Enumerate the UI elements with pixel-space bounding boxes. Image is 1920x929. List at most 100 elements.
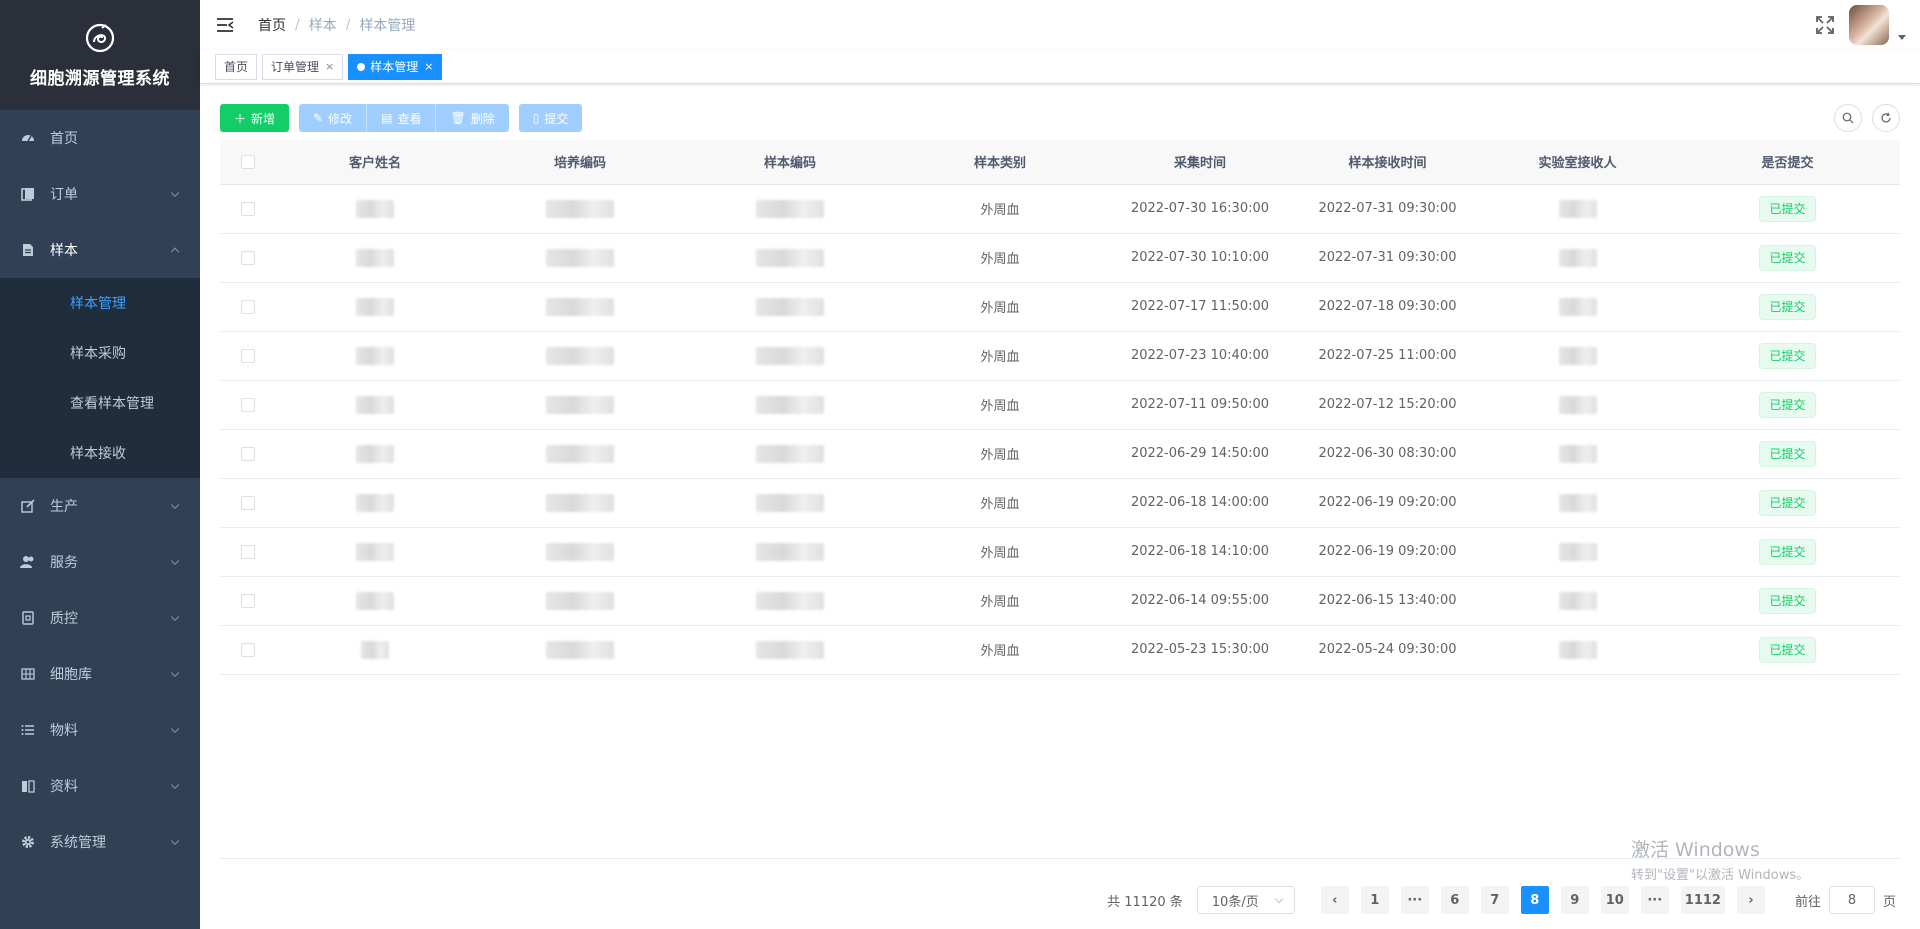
jump-suffix: 页 <box>1882 894 1896 910</box>
row-checkbox[interactable] <box>240 446 255 461</box>
customer-name-cell <box>275 233 475 283</box>
redacted-culture-code <box>546 542 614 561</box>
row-checkbox[interactable] <box>240 299 255 314</box>
sidebar-subitem-sample-receive[interactable]: 样本接收 <box>0 428 200 478</box>
submit-button[interactable]: ▯ 提交 <box>518 104 583 132</box>
jump-prefix: 前往 <box>1794 894 1821 910</box>
search-toggle-button[interactable] <box>1834 104 1862 132</box>
sidebar-item-sample[interactable]: 样本 <box>0 222 200 278</box>
sidebar-item-system-management[interactable]: 系统管理 <box>0 814 200 870</box>
edit-button[interactable]: ✎ 修改 <box>299 104 368 132</box>
row-checkbox[interactable] <box>240 495 255 510</box>
page-number[interactable]: 1112 <box>1680 886 1725 914</box>
delete-button[interactable]: 🗑 删除 <box>436 104 509 132</box>
row-checkbox[interactable] <box>240 397 255 412</box>
lab-receiver-cell <box>1480 233 1675 283</box>
view-button[interactable]: ▤ 查看 <box>367 104 437 132</box>
close-icon[interactable]: × <box>424 55 433 79</box>
receive-time-cell: 2022-07-12 15:20:00 <box>1295 380 1480 430</box>
table-row[interactable]: 外周血 2022-07-23 10:40:00 2022-07-25 11:00:0… <box>220 331 1900 381</box>
culture-code-cell <box>475 527 685 577</box>
sidebar-item-materials[interactable]: 物料 <box>0 702 200 758</box>
sidebar-item-cell-bank[interactable]: 细胞库 <box>0 646 200 702</box>
row-checkbox[interactable] <box>240 593 255 608</box>
row-checkbox[interactable] <box>240 250 255 265</box>
column-header: 客户姓名 <box>275 140 475 185</box>
page-ellipsis[interactable]: ··· <box>1640 886 1669 914</box>
redacted-culture-code <box>546 444 614 463</box>
lab-receiver-cell <box>1480 625 1675 675</box>
sidebar-item-home[interactable]: 首页 <box>0 110 200 166</box>
document-icon: ▯ <box>532 111 540 125</box>
table-row[interactable]: 外周血 2022-07-30 16:30:00 2022-07-31 09:30:0… <box>220 184 1900 234</box>
sidebar-item-label: 订单 <box>50 187 78 203</box>
prev-page-button[interactable]: ‹ <box>1320 886 1349 914</box>
sidebar-item-service[interactable]: 服务 <box>0 534 200 590</box>
table-row[interactable]: 外周血 2022-07-11 09:50:00 2022-07-12 15:20:0… <box>220 380 1900 430</box>
app-title: 细胞溯源管理系统 <box>30 68 170 89</box>
page-size-value: 10条/页 <box>1211 894 1259 910</box>
row-checkbox[interactable] <box>240 201 255 216</box>
select-all-checkbox[interactable] <box>240 154 255 169</box>
sample-category-cell: 外周血 <box>895 478 1105 528</box>
hamburger-icon[interactable] <box>216 17 234 33</box>
breadcrumb-item[interactable]: 首页 <box>258 15 286 35</box>
sidebar-subitem-sample-purchase[interactable]: 样本采购 <box>0 328 200 378</box>
avatar[interactable] <box>1849 5 1889 45</box>
page-number[interactable]: 7 <box>1480 886 1509 914</box>
add-button[interactable]: ＋ 新增 <box>220 104 290 132</box>
customer-name-cell <box>275 380 475 430</box>
sidebar-item-documents[interactable]: 资料 <box>0 758 200 814</box>
add-button-label: 新增 <box>251 111 276 126</box>
tag-sample-management[interactable]: 样本管理 × <box>348 53 443 80</box>
submitted-cell: 已提交 <box>1675 184 1900 234</box>
close-icon[interactable]: × <box>325 55 334 79</box>
receive-time-cell: 2022-05-24 09:30:00 <box>1295 625 1480 675</box>
page-jump-input[interactable]: 8 <box>1828 886 1875 914</box>
row-checkbox[interactable] <box>240 348 255 363</box>
table-body: 外周血 2022-07-30 16:30:00 2022-07-31 09:30:0… <box>220 184 1900 675</box>
page-number[interactable]: 8 <box>1520 886 1549 914</box>
refresh-button[interactable] <box>1872 104 1900 132</box>
tag-label: 订单管理 <box>271 59 320 74</box>
culture-code-cell <box>475 576 685 626</box>
receive-time-cell: 2022-06-19 09:20:00 <box>1295 527 1480 577</box>
caret-down-icon[interactable] <box>1898 34 1906 40</box>
culture-code-cell <box>475 184 685 234</box>
table-row[interactable]: 外周血 2022-07-17 11:50:00 2022-07-18 09:30:0… <box>220 282 1900 332</box>
table-row[interactable]: 外周血 2022-05-23 15:30:00 2022-05-24 09:30:0… <box>220 625 1900 675</box>
table-row[interactable]: 外周血 2022-06-18 14:00:00 2022-06-19 09:20:0… <box>220 478 1900 528</box>
list-icon <box>20 722 36 738</box>
row-checkbox[interactable] <box>240 544 255 559</box>
customer-name-cell <box>275 282 475 332</box>
table-row[interactable]: 外周血 2022-06-29 14:50:00 2022-06-30 08:30:0… <box>220 429 1900 479</box>
sidebar-item-order[interactable]: 订单 <box>0 166 200 222</box>
table-row[interactable]: 外周血 2022-06-14 09:55:00 2022-06-15 13:40:0… <box>220 576 1900 626</box>
sidebar-item-label: 生产 <box>50 499 78 515</box>
page-ellipsis[interactable]: ··· <box>1400 886 1429 914</box>
redacted-customer-name <box>356 591 394 610</box>
fullscreen-icon[interactable] <box>1815 15 1835 35</box>
tag-order-management[interactable]: 订单管理 × <box>262 53 344 80</box>
page-number[interactable]: 6 <box>1440 886 1469 914</box>
page-number[interactable]: 10 <box>1600 886 1629 914</box>
column-header: 样本类别 <box>895 140 1105 185</box>
sidebar-subitem-view-sample-management[interactable]: 查看样本管理 <box>0 378 200 428</box>
gear-icon <box>20 834 36 850</box>
sidebar-item-quality-control[interactable]: 质控 <box>0 590 200 646</box>
sample-category-cell: 外周血 <box>895 331 1105 381</box>
row-checkbox[interactable] <box>240 642 255 657</box>
sample-category-cell: 外周血 <box>895 429 1105 479</box>
sidebar-subitem-sample-management[interactable]: 样本管理 <box>0 278 200 328</box>
redacted-customer-name <box>356 444 394 463</box>
refresh-icon <box>1881 112 1891 123</box>
sidebar-item-production[interactable]: 生产 <box>0 478 200 534</box>
sidebar-item-label: 细胞库 <box>50 667 92 683</box>
page-size-select[interactable]: 10条/页 <box>1196 886 1295 914</box>
tag-home[interactable]: 首页 <box>215 53 258 80</box>
page-number[interactable]: 1 <box>1360 886 1389 914</box>
next-page-button[interactable]: › <box>1736 886 1765 914</box>
table-row[interactable]: 外周血 2022-06-18 14:10:00 2022-06-19 09:20:0… <box>220 527 1900 577</box>
page-number[interactable]: 9 <box>1560 886 1589 914</box>
table-row[interactable]: 外周血 2022-07-30 10:10:00 2022-07-31 09:30:0… <box>220 233 1900 283</box>
